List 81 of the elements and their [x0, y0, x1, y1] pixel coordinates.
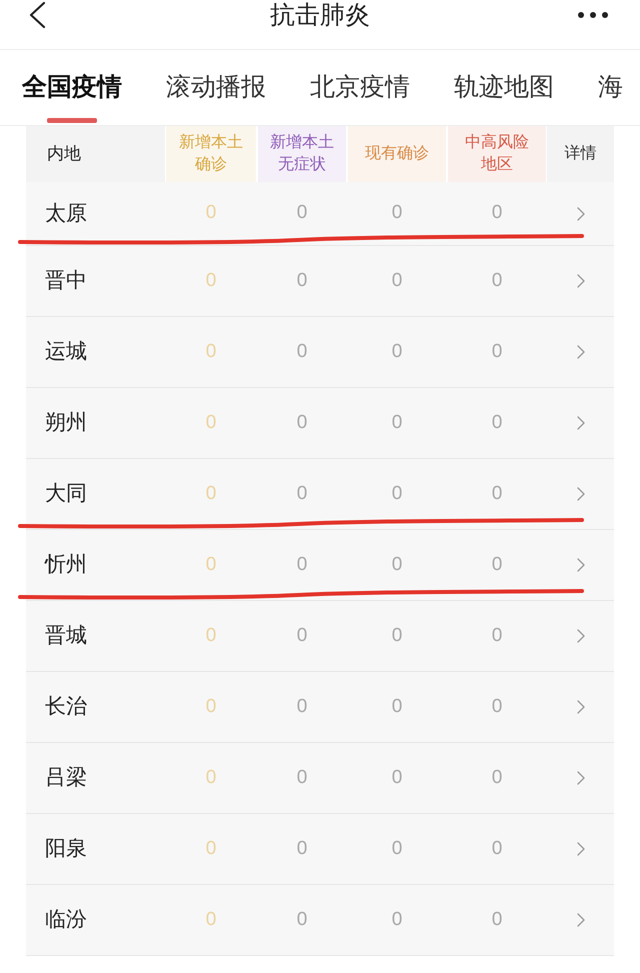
table-cell-text: 0 — [492, 624, 502, 648]
table-cell-text: 0 — [206, 268, 216, 293]
column-header: 新增本土无症状 — [258, 126, 346, 182]
table-cell-text: 0 — [206, 340, 216, 364]
table-cell-text: 0 — [392, 340, 402, 364]
table-cell-text: 0 — [206, 482, 216, 506]
chevron-right-icon[interactable] — [576, 416, 584, 430]
table-cell-text: 0 — [392, 268, 402, 293]
tab[interactable]: 全国疫情 — [22, 50, 122, 125]
chevron-right-icon[interactable] — [576, 274, 584, 288]
table-cell-text: 0 — [492, 836, 502, 861]
table-cell-text: 0 — [206, 908, 216, 932]
city-name: 临汾 — [45, 907, 87, 934]
column-header: 新增本土确诊 — [166, 126, 256, 182]
table-cell-text: 0 — [296, 766, 308, 790]
table-cell-text: 0 — [492, 482, 502, 506]
tab[interactable]: 轨迹地图 — [454, 50, 554, 125]
column-header: 详情 — [547, 126, 614, 182]
city-name: 忻州 — [45, 552, 87, 578]
column-header: 内地 — [26, 126, 165, 182]
chevron-right-icon[interactable] — [576, 700, 584, 714]
city-name: 大同 — [45, 481, 87, 508]
table-cell-text: 0 — [392, 836, 402, 861]
table-cell-text: 0 — [296, 694, 308, 719]
page-title: 抗击肺炎 — [270, 0, 370, 30]
table-cell-text: 0 — [296, 836, 308, 861]
column-header: 中高风险地区 — [448, 126, 546, 182]
table-cell-text: 0 — [392, 908, 402, 932]
city-name: 朔州 — [45, 410, 87, 436]
table-cell-text: 0 — [392, 201, 402, 226]
table-cell-text: 0 — [206, 552, 216, 577]
chevron-right-icon[interactable] — [576, 842, 584, 856]
table-cell-text: 0 — [492, 766, 502, 790]
column-header: 现有确诊 — [348, 126, 446, 182]
table-cell-text: 0 — [492, 410, 502, 435]
table-cell-text: 0 — [296, 340, 308, 364]
table-cell-text: 0 — [392, 552, 402, 577]
table-cell-text: 0 — [492, 340, 502, 364]
tab[interactable]: 海 — [598, 50, 623, 125]
city-name: 晋城 — [45, 623, 87, 650]
tab[interactable]: 滚动播报 — [166, 50, 266, 125]
table-cell-text: 0 — [206, 624, 216, 648]
table-cell-text: 0 — [296, 268, 308, 293]
table-cell-text: 0 — [492, 268, 502, 293]
chevron-right-icon[interactable] — [576, 558, 584, 572]
chevron-right-icon[interactable] — [576, 487, 584, 501]
table-cell-text: 0 — [206, 766, 216, 790]
table-cell-text: 0 — [206, 694, 216, 719]
table-cell-text: 0 — [392, 482, 402, 506]
city-name: 阳泉 — [45, 836, 87, 862]
table-cell-text: 0 — [206, 836, 216, 861]
city-name: 吕梁 — [45, 765, 87, 792]
city-name: 长治 — [45, 694, 87, 720]
back-icon[interactable] — [28, 1, 46, 29]
table-cell-text: 0 — [392, 410, 402, 435]
city-name: 晋中 — [45, 268, 87, 294]
table-cell-text: 0 — [296, 552, 308, 577]
more-icon[interactable] — [578, 12, 608, 18]
table-cell-text: 0 — [296, 908, 308, 932]
table-cell-text: 0 — [392, 766, 402, 790]
chevron-right-icon[interactable] — [576, 913, 584, 927]
table-cell-text: 0 — [296, 201, 308, 226]
tab-indicator — [47, 118, 97, 123]
chevron-right-icon[interactable] — [576, 629, 584, 643]
table-cell-text: 0 — [296, 482, 308, 506]
table-cell-text: 0 — [492, 908, 502, 932]
table-cell-text: 0 — [492, 201, 502, 226]
chevron-right-icon[interactable] — [576, 345, 584, 359]
table-cell-text: 0 — [392, 694, 402, 719]
chevron-right-icon[interactable] — [576, 771, 584, 785]
city-name: 运城 — [45, 339, 87, 366]
table-cell-text: 0 — [296, 624, 308, 648]
city-name: 太原 — [45, 200, 87, 227]
table-cell-text: 0 — [492, 552, 502, 577]
table-cell-text: 0 — [206, 410, 216, 435]
table-cell-text: 0 — [492, 694, 502, 719]
tab[interactable]: 北京疫情 — [310, 50, 410, 125]
table-cell-text: 0 — [206, 201, 216, 226]
table-cell-text: 0 — [296, 410, 308, 435]
table-cell-text: 0 — [392, 624, 402, 648]
chevron-right-icon[interactable] — [576, 206, 584, 220]
